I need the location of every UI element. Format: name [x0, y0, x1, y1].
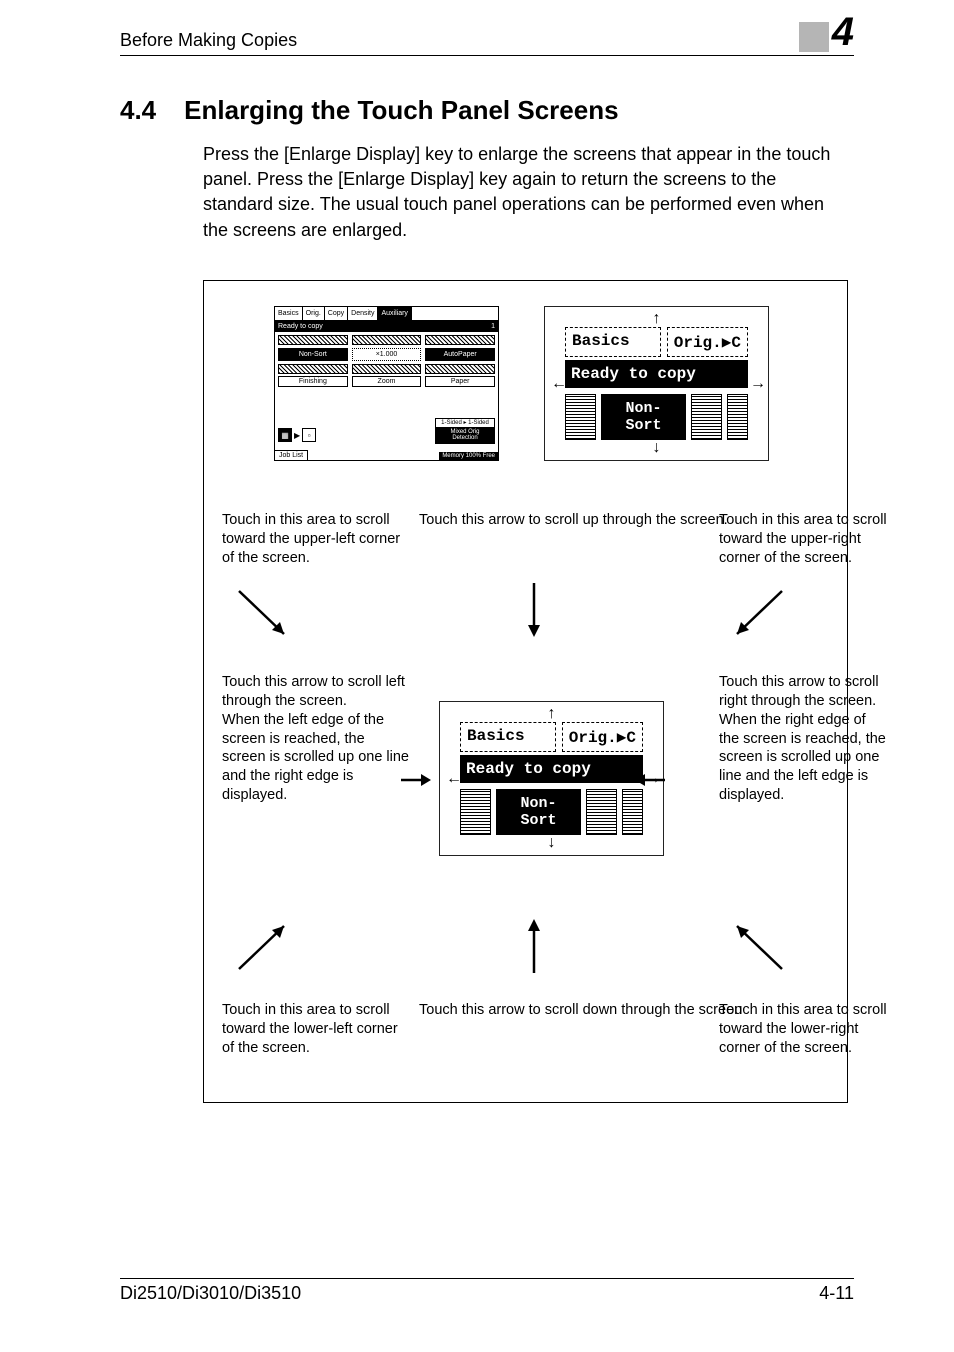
mode-icons: ▦ ▶ ▫ [278, 428, 316, 442]
hatched-area [586, 789, 617, 835]
scroll-up-arrow[interactable]: ↑ [551, 311, 762, 327]
header-left-text: Before Making Copies [120, 30, 297, 51]
non-sort-button: Non-Sort [278, 348, 348, 361]
section-title: 4.4 Enlarging the Touch Panel Screens [120, 95, 854, 126]
job-list-tab: Job List [275, 450, 308, 460]
tab-copy: Copy [325, 307, 348, 320]
arrow-to-down-icon [524, 915, 544, 975]
scroll-down-arrow[interactable]: ↓ [551, 440, 762, 456]
caption-left: Touch this arrow to scroll left through … [222, 673, 412, 805]
hatched-area [278, 364, 348, 374]
scroll-right-arrow[interactable]: → [750, 375, 762, 393]
copy-count: 1 [491, 323, 495, 330]
caption-lower-left: Touch in this area to scroll toward the … [222, 1001, 412, 1058]
enlarged-non-sort-button[interactable]: Non-Sort [496, 789, 582, 835]
ready-bar: Ready to copy 1 [275, 321, 498, 332]
ready-text: Ready to copy [278, 323, 323, 330]
panel-tabs: Basics Orig. Copy Density Auxiliary [275, 307, 498, 321]
enlarged-touch-panel-center: ↑ ← Basics Orig.▶C Ready to copy Non-Sor… [439, 701, 664, 856]
zoom-ratio-button: ×1.000 [352, 348, 422, 361]
copy-mode-icon: ▦ [278, 428, 292, 442]
paper-label: Paper [425, 376, 495, 387]
hatched-area [460, 789, 491, 835]
caption-right: Touch this arrow to scroll right through… [719, 673, 889, 805]
scroll-up-arrow[interactable]: ↑ [446, 706, 657, 722]
enlarged-tab-basics[interactable]: Basics [565, 327, 661, 357]
enlarged-touch-panel-center-wrapper: ↑ ← Basics Orig.▶C Ready to copy Non-Sor… [439, 701, 664, 856]
hatched-area [352, 364, 422, 374]
mixed-orig-button: Mixed Orig Detection [435, 427, 495, 444]
tab-auxiliary: Auxiliary [378, 307, 411, 320]
scroll-left-arrow[interactable]: ← [446, 770, 458, 788]
arrow-to-upper-right-icon [727, 586, 787, 641]
hatched-area [352, 335, 422, 345]
diagram-container: Basics Orig. Copy Density Auxiliary Read… [203, 280, 848, 1103]
hatched-area [622, 789, 643, 835]
section-heading: Enlarging the Touch Panel Screens [184, 95, 618, 126]
enlarged-ready-bar: Ready to copy [565, 360, 748, 388]
page-header: Before Making Copies [120, 30, 854, 56]
output-mode-icon: ▫ [302, 428, 316, 442]
section-number: 4.4 [120, 95, 156, 126]
enlarged-non-sort-button[interactable]: Non-Sort [601, 394, 687, 440]
zoom-label: Zoom [352, 376, 422, 387]
arrow-to-left-icon [399, 771, 434, 789]
enlarged-ready-bar: Ready to copy [460, 755, 643, 783]
caption-up: Touch this arrow to scroll up through th… [419, 511, 749, 530]
hatched-area [278, 335, 348, 345]
arrow-icon: ▶ [294, 431, 300, 440]
footer-model: Di2510/Di3010/Di3510 [120, 1283, 301, 1304]
arrow-to-lower-right-icon [727, 919, 787, 974]
finishing-label: Finishing [278, 376, 348, 387]
scroll-left-arrow[interactable]: ← [551, 375, 563, 393]
arrow-to-upper-left-icon [234, 586, 294, 641]
autopaper-button: AutoPaper [425, 348, 495, 361]
arrow-to-lower-left-icon [234, 919, 294, 974]
top-screens-row: Basics Orig. Copy Density Auxiliary Read… [274, 306, 769, 461]
caption-lower-right: Touch in this area to scroll toward the … [719, 1001, 889, 1058]
enlarged-tab-orig[interactable]: Orig.▶C [562, 722, 643, 752]
hatched-area [691, 394, 722, 440]
body-paragraph: Press the [Enlarge Display] key to enlar… [203, 142, 848, 243]
tab-density: Density [348, 307, 378, 320]
button-row: Non-Sort ×1.000 AutoPaper [275, 345, 498, 364]
normal-touch-panel: Basics Orig. Copy Density Auxiliary Read… [274, 306, 499, 461]
enlarged-touch-panel-top: ↑ ← Basics Orig.▶C Ready to copy Non-Sor… [544, 306, 769, 461]
caption-upper-left: Touch in this area to scroll toward the … [222, 511, 412, 568]
hatched-area [425, 364, 495, 374]
hatched-area [565, 394, 596, 440]
arrow-to-right-icon [632, 771, 667, 789]
enlarged-tab-orig[interactable]: Orig.▶C [667, 327, 748, 357]
hatched-area [727, 394, 748, 440]
tab-basics: Basics [275, 307, 303, 320]
footer-page-number: 4-11 [819, 1283, 854, 1304]
scroll-down-arrow[interactable]: ↓ [446, 835, 657, 851]
label-row: Finishing Zoom Paper [275, 374, 498, 389]
page-footer: Di2510/Di3010/Di3510 4-11 [120, 1278, 854, 1304]
memory-free-label: Memory 100% Free [439, 452, 498, 460]
caption-down: Touch this arrow to scroll down through … [419, 1001, 749, 1020]
tab-orig: Orig. [303, 307, 325, 320]
enlarged-tab-basics[interactable]: Basics [460, 722, 556, 752]
caption-upper-right: Touch in this area to scroll toward the … [719, 511, 889, 568]
hatched-area [425, 335, 495, 345]
arrow-to-up-icon [524, 581, 544, 641]
